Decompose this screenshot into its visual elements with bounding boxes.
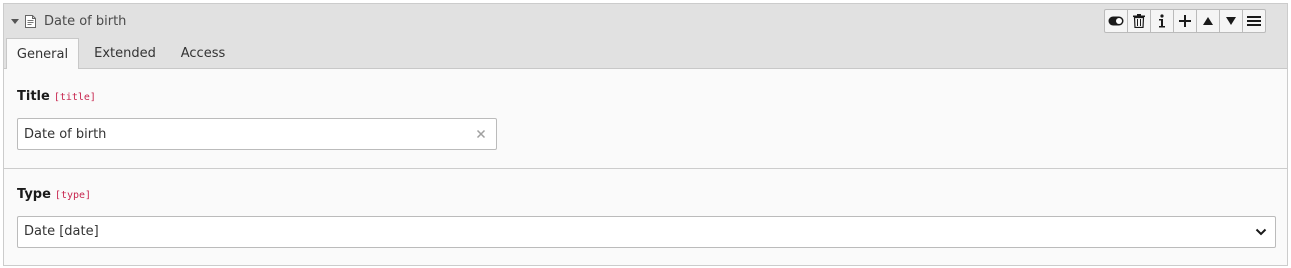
type-field-label: Type [type]: [17, 187, 91, 202]
document-icon: [25, 14, 36, 28]
toggle-icon: [1108, 16, 1124, 26]
panel-header: Date of birth: [4, 4, 1287, 38]
type-select-value: Date [date]: [24, 224, 99, 239]
panel-title: Date of birth: [44, 13, 127, 29]
type-field-code: [type]: [54, 190, 92, 201]
clear-icon[interactable]: [474, 127, 488, 141]
move-down-button[interactable]: [1219, 9, 1243, 33]
tab-content-general: Title[title] Type[type] Date [date]: [4, 69, 1287, 265]
section-divider: [4, 168, 1287, 169]
arrow-up-icon: [1203, 17, 1213, 25]
element-toolbar: [1104, 9, 1266, 33]
tab-bar: General Extended Access: [4, 38, 1287, 70]
info-button[interactable]: [1150, 9, 1174, 33]
move-up-button[interactable]: [1196, 9, 1220, 33]
title-field-label: Title [title]: [17, 89, 96, 104]
type-select[interactable]: Date [date]: [17, 216, 1276, 248]
info-icon: [1159, 14, 1165, 28]
collapse-caret-icon[interactable]: [11, 18, 19, 24]
title-input[interactable]: [18, 119, 458, 149]
arrow-down-icon: [1226, 17, 1236, 25]
menu-icon: [1247, 16, 1261, 26]
toggle-visibility-button[interactable]: [1104, 9, 1128, 33]
trash-icon: [1133, 14, 1145, 28]
add-button[interactable]: [1173, 9, 1197, 33]
chevron-down-icon: [1255, 228, 1267, 236]
plus-icon: [1179, 15, 1191, 27]
title-field-code: [title]: [53, 92, 96, 103]
form-element-panel: Date of birth General Extended Access Ti…: [3, 3, 1288, 266]
delete-button[interactable]: [1127, 9, 1151, 33]
type-label-text: Type: [17, 187, 51, 202]
drag-handle-button[interactable]: [1242, 9, 1266, 33]
tab-extended[interactable]: Extended: [82, 38, 168, 69]
tab-general[interactable]: General: [6, 38, 79, 70]
title-label-text: Title: [17, 89, 50, 104]
tab-access[interactable]: Access: [170, 38, 236, 69]
header-collapse-toggle[interactable]: Date of birth: [10, 4, 126, 38]
title-input-wrapper: [17, 118, 497, 150]
